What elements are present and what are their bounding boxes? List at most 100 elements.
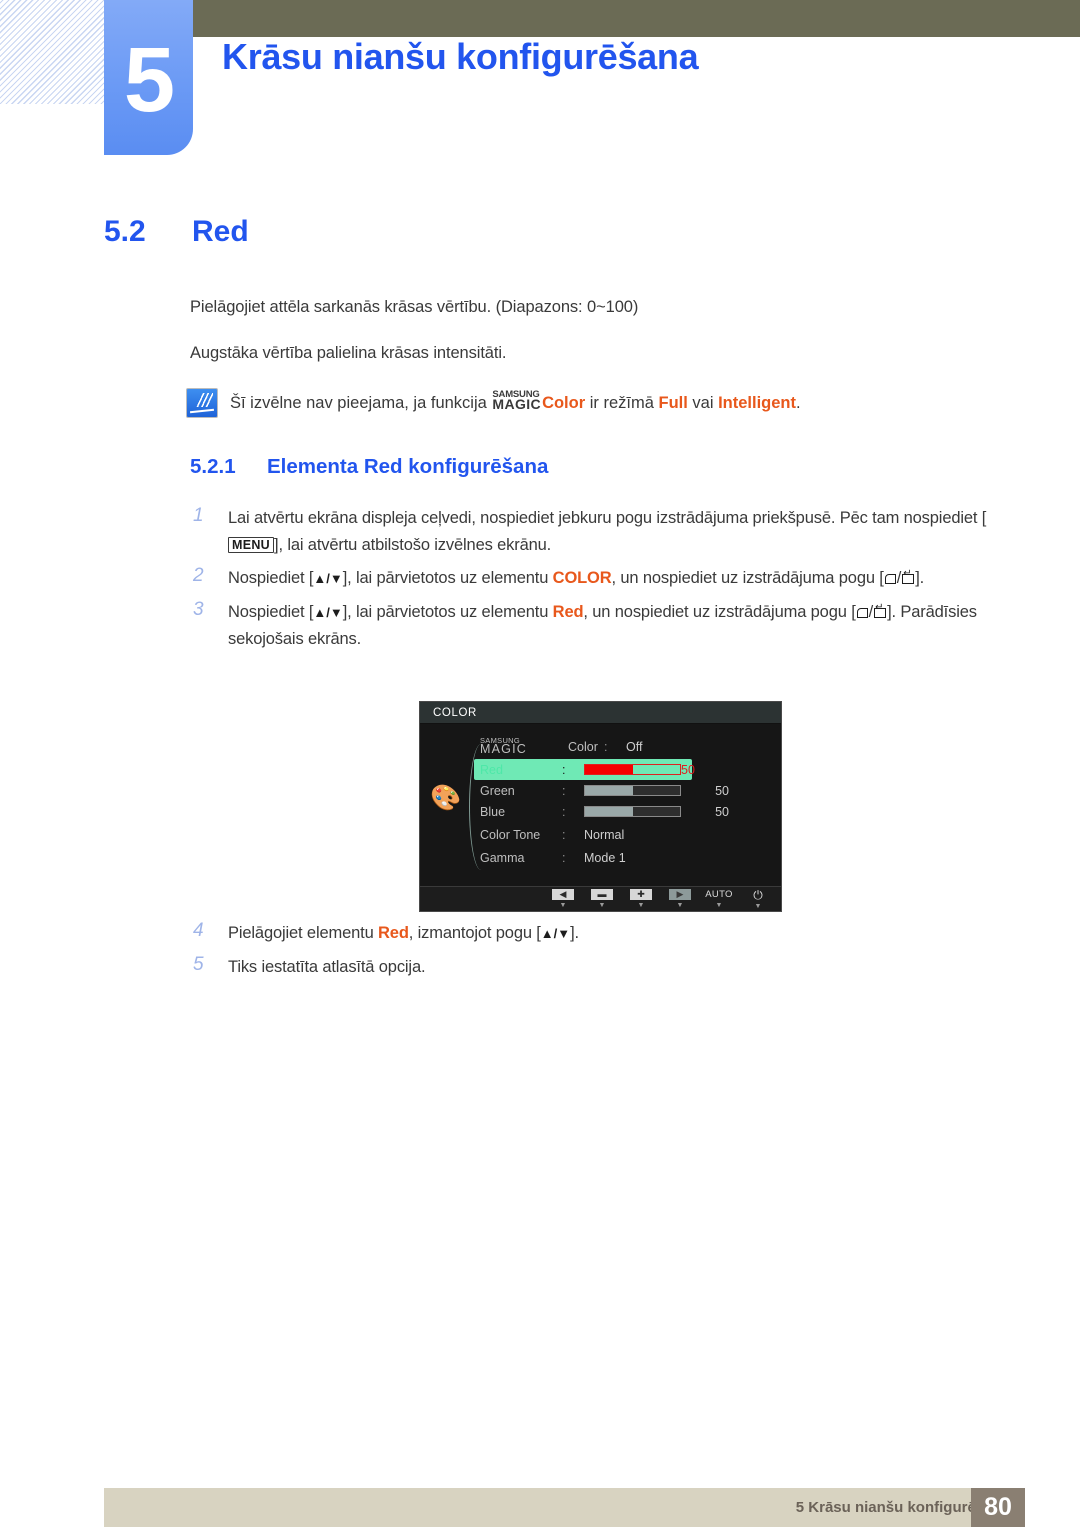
step-number: 3 <box>193 599 204 621</box>
osd-power-button[interactable]: ⏻ ▼ <box>745 889 771 910</box>
step-text: Pielāgojiet elementu Red, izmantojot pog… <box>228 920 579 947</box>
osd-colon: : <box>562 804 566 819</box>
power-icon: ⏻ <box>753 887 763 902</box>
steps-list-bottom: 4 Pielāgojiet elementu Red, izmantojot p… <box>190 920 1010 987</box>
source-button-icon <box>884 574 896 585</box>
step-number: 1 <box>193 505 204 526</box>
left-arrow-icon: ◀ <box>552 889 574 900</box>
note-text-vai: vai <box>687 394 719 413</box>
tick-icon: ▼ <box>598 902 606 909</box>
osd-body: 🎨 SAMSUNG MAGIC Color : Off Red: 50 Gre… <box>420 724 781 887</box>
tick-icon: ▼ <box>637 902 645 909</box>
step-4: 4 Pielāgojiet elementu Red, izmantojot p… <box>190 920 1010 947</box>
paragraph-range: Pielāgojiet attēla sarkanās krāsas vērtī… <box>190 298 639 316</box>
osd-colon: : <box>562 783 566 798</box>
section-title: Red <box>192 215 249 248</box>
mode-intelligent: Intelligent <box>718 394 797 413</box>
note-text-before: Šī izvēlne nav pieejama, ja funkcija <box>230 394 492 413</box>
osd-value-color-tone: Normal <box>584 827 625 842</box>
step-text: Nospiediet [▲/▼], lai pārvietotos uz ele… <box>228 565 924 592</box>
step-text: Lai atvērtu ekrāna displeja ceļvedi, nos… <box>228 505 1010 558</box>
magic-color-word: Color <box>542 394 586 413</box>
step-number: 5 <box>193 953 204 975</box>
step-2-part-d: ]. <box>915 569 925 588</box>
plus-icon: ✚ <box>630 889 652 900</box>
osd-label-magic-color: SAMSUNG MAGIC <box>480 736 562 757</box>
section-number: 5.2 <box>104 215 146 248</box>
osd-colon: : <box>562 762 566 777</box>
tick-icon: ▼ <box>559 902 567 909</box>
step-2: 2 Nospiediet [▲/▼], lai pārvietotos uz e… <box>190 565 1010 592</box>
enter-button-icon <box>874 603 887 619</box>
osd-plus-button[interactable]: ✚ ▼ <box>628 889 654 909</box>
steps-list-top: 1 Lai atvērtu ekrāna displeja ceļvedi, n… <box>190 505 1010 660</box>
osd-footer-buttons: ◀ ▼ ▬ ▼ ✚ ▼ ▶ ▼ AUTO ▼ ⏻ ▼ <box>420 886 781 911</box>
osd-value-blue: 50 <box>715 804 729 819</box>
step-1-part-b: ], lai atvērtu atbilstošo izvēlnes ekrān… <box>274 535 552 554</box>
osd-right-arrow-button[interactable]: ▶ ▼ <box>667 889 693 909</box>
osd-slider-red[interactable] <box>584 764 681 775</box>
subsection-heading: 5.2.1 Elementa Red konfigurēšana <box>190 455 548 479</box>
osd-slider-green[interactable] <box>584 785 681 796</box>
tick-icon: ▼ <box>715 902 723 909</box>
magic-line-2: MAGIC <box>492 396 542 413</box>
osd-slider-fill <box>585 765 633 774</box>
step-2-part-c: , un nospiediet uz izstrādājuma pogu [ <box>611 569 884 588</box>
header-olive-bar <box>193 0 1080 37</box>
osd-row-red[interactable]: Red : 50 <box>474 759 695 780</box>
osd-slider-blue[interactable] <box>584 806 681 817</box>
step-4-part-b: , izmantojot pogu [ <box>408 924 541 942</box>
osd-label-green: Green <box>480 783 515 798</box>
auto-label: AUTO <box>705 889 733 900</box>
osd-slider-fill <box>585 786 633 795</box>
osd-samsung-magic-logo: SAMSUNG MAGIC <box>480 736 527 757</box>
tick-icon: ▼ <box>754 902 762 910</box>
osd-row-blue[interactable]: Blue : 50 <box>480 801 780 822</box>
samsung-magic-logo: SAMSUNG MAGIC <box>492 390 542 413</box>
osd-colon: : <box>562 850 566 865</box>
step-5: 5 Tiks iestatīta atlasītā opcija. <box>190 954 1010 981</box>
osd-magic-line-2: MAGIC <box>480 742 527 757</box>
step-1-part-a: Lai atvērtu ekrāna displeja ceļvedi, nos… <box>228 509 987 527</box>
source-button-icon <box>856 608 868 619</box>
osd-title: COLOR <box>420 702 781 724</box>
step-4-part-a: Pielāgojiet elementu <box>228 924 379 942</box>
tick-icon: ▼ <box>676 902 684 909</box>
osd-value-gamma: Mode 1 <box>584 850 626 865</box>
decorative-hatch-pattern <box>0 0 106 104</box>
osd-row-green[interactable]: Green : 50 <box>480 780 780 801</box>
osd-left-arrow-button[interactable]: ◀ ▼ <box>550 889 576 909</box>
note-text-end: . <box>796 394 801 413</box>
target-color-menu: COLOR <box>552 569 612 588</box>
osd-minus-button[interactable]: ▬ ▼ <box>589 889 615 909</box>
osd-label-gamma: Gamma <box>480 850 525 865</box>
minus-icon: ▬ <box>591 889 613 900</box>
body-paragraphs: Pielāgojiet attēla sarkanās krāsas vērtī… <box>190 296 1000 388</box>
osd-value-red: 50 <box>681 762 695 777</box>
menu-key: MENU <box>228 536 275 553</box>
osd-row-color-tone[interactable]: Color Tone : Normal <box>480 824 780 845</box>
step-text: Tiks iestatīta atlasītā opcija. <box>228 957 426 976</box>
step-1: 1 Lai atvērtu ekrāna displeja ceļvedi, n… <box>190 505 1010 558</box>
slash-3: / <box>868 603 874 622</box>
target-red-adjust: Red <box>378 924 409 942</box>
up-down-arrows-icon: ▲/▼ <box>313 571 343 587</box>
step-number: 4 <box>193 920 204 941</box>
step-number: 2 <box>193 565 204 587</box>
osd-auto-button[interactable]: AUTO ▼ <box>705 889 733 909</box>
osd-screenshot: COLOR 🎨 SAMSUNG MAGIC Color : Off Red: … <box>419 701 782 912</box>
palette-icon: 🎨 <box>430 784 462 812</box>
osd-value-green: 50 <box>715 783 729 798</box>
enter-button-icon <box>902 569 915 585</box>
note-text: Šī izvēlne nav pieejama, ja funkcija SAM… <box>230 388 801 416</box>
target-red-menu: Red <box>552 603 584 622</box>
step-3-part-c: , un nospiediet uz izstrādājuma pogu [ <box>583 603 856 622</box>
chapter-title: Krāsu nianšu konfigurēšana <box>222 36 699 77</box>
step-3-part-a: Nospiediet [ <box>228 603 314 622</box>
osd-colon: : <box>562 827 566 842</box>
up-down-arrows-icon: ▲/▼ <box>540 926 571 941</box>
osd-menu-rows: SAMSUNG MAGIC Color : Off Red : 50 Green… <box>474 736 780 868</box>
step-2-part-b: ], lai pārvietotos uz elementu <box>342 569 553 588</box>
osd-row-magic-color[interactable]: SAMSUNG MAGIC Color : Off <box>480 736 780 757</box>
osd-row-gamma[interactable]: Gamma : Mode 1 <box>480 847 780 868</box>
